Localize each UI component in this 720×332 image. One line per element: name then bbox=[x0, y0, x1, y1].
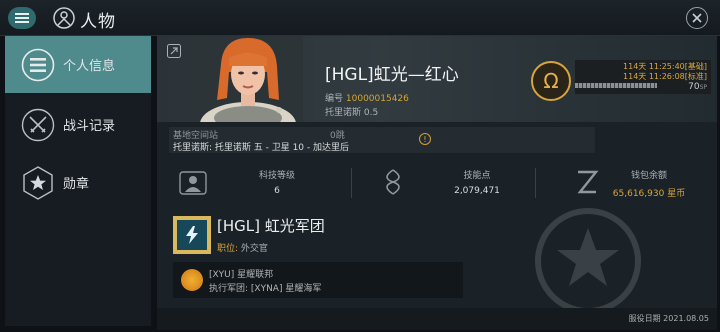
crossed-swords-icon bbox=[21, 108, 55, 141]
corporation-name[interactable]: [HGL] 虹光军团 bbox=[217, 215, 325, 236]
current-location: 托里诺斯 0.5 bbox=[325, 108, 379, 118]
sp-value: 70 bbox=[688, 82, 700, 92]
alliance-card[interactable]: [XYU] 星耀联邦 执行军团: [XYNA] 星耀海军 bbox=[173, 262, 463, 298]
close-icon bbox=[692, 13, 702, 23]
stats-row: 科技等级 6 技能点 2,079,471 钱包余额 65,616,930 星币 bbox=[157, 160, 717, 206]
star-badge-icon bbox=[23, 165, 53, 200]
home-station-path: 托里诺斯: 托里诺斯 五 - 卫星 10 - 加达里后 bbox=[173, 143, 350, 153]
sp-unit: SP bbox=[699, 84, 707, 91]
home-station-row[interactable]: 基地空间站 0跳 托里诺斯: 托里诺斯 五 - 卫星 10 - 加达里后 ! bbox=[169, 127, 595, 153]
alliance-name: [XYU] 星耀联邦 bbox=[209, 270, 274, 280]
service-date: 服役日期 2021.08.05 bbox=[628, 314, 709, 323]
corporation-role: 职位: 外交官 bbox=[217, 241, 268, 254]
omega-icon: Ω bbox=[543, 69, 559, 93]
sidebar-item-combat-log[interactable]: 战斗记录 bbox=[5, 96, 151, 153]
skill-points-value: 2,079,471 bbox=[454, 186, 500, 196]
page-title: 人物 bbox=[80, 12, 116, 32]
character-name: [HGL]虹光—红心 bbox=[325, 65, 459, 85]
corporation-logo[interactable] bbox=[173, 216, 211, 254]
hamburger-icon bbox=[15, 13, 29, 23]
tech-level-value: 6 bbox=[274, 186, 280, 196]
alliance-logo-icon bbox=[181, 269, 203, 291]
id-label: 编号 bbox=[325, 94, 344, 104]
omega-clone-badge[interactable]: Ω bbox=[531, 61, 571, 101]
sidebar-item-label: 战斗记录 bbox=[63, 119, 116, 134]
sidebar-item-label: 勋章 bbox=[63, 177, 90, 192]
character-id-row: 编号 10000015426 bbox=[325, 91, 409, 104]
wallet-label: 钱包余额 bbox=[630, 171, 667, 181]
lightning-icon bbox=[186, 226, 198, 244]
menu-button[interactable] bbox=[8, 7, 36, 29]
sidebar-item-profile[interactable]: 个人信息 bbox=[5, 36, 151, 93]
sidebar: 个人信息 战斗记录 勋章 bbox=[5, 36, 151, 326]
stat-wallet[interactable]: 钱包余额 65,616,930 星币 bbox=[571, 160, 717, 206]
watermark-emblem-icon bbox=[535, 208, 641, 314]
wallet-value: 65,616,930 星币 bbox=[612, 189, 686, 199]
sp-progress-bar bbox=[575, 83, 657, 88]
profile-panel: [HGL]虹光—红心 编号 10000015426 托里诺斯 0.5 Ω 114… bbox=[157, 36, 717, 330]
sp-progress-fill bbox=[575, 83, 657, 88]
clone-timer-standard: 114天 11:26:08[标准] bbox=[623, 72, 707, 81]
character-header: [HGL]虹光—红心 编号 10000015426 托里诺斯 0.5 Ω 114… bbox=[157, 36, 717, 122]
expand-icon[interactable] bbox=[167, 44, 181, 58]
id-value: 10000015426 bbox=[345, 94, 409, 104]
divider bbox=[535, 168, 536, 198]
skill-points-label: 技能点 bbox=[463, 171, 491, 181]
top-bar: 人物 bbox=[0, 0, 720, 36]
role-label: 职位: bbox=[217, 244, 239, 254]
character-icon bbox=[53, 7, 75, 29]
footer: 服役日期 2021.08.05 bbox=[157, 308, 717, 330]
stat-skill-points: 技能点 2,079,471 bbox=[377, 160, 547, 206]
tech-level-label: 科技等级 bbox=[258, 171, 295, 181]
dna-icon bbox=[386, 169, 400, 195]
list-icon bbox=[21, 48, 55, 81]
sidebar-item-medals[interactable]: 勋章 bbox=[5, 154, 151, 211]
sp-readout: 70SP bbox=[688, 82, 707, 92]
stat-tech-level: 科技等级 6 bbox=[177, 160, 347, 206]
warning-icon[interactable]: ! bbox=[419, 133, 431, 145]
character-portrait[interactable] bbox=[193, 36, 303, 122]
executor-corporation: 执行军团: [XYNA] 星耀海军 bbox=[209, 284, 322, 294]
close-button[interactable] bbox=[686, 7, 708, 29]
role-value: 外交官 bbox=[240, 244, 268, 254]
divider bbox=[351, 168, 352, 198]
pilot-icon bbox=[179, 171, 207, 195]
sidebar-item-label: 个人信息 bbox=[63, 59, 116, 74]
clone-timer-basic: 114天 11:25:40[基础] bbox=[623, 62, 707, 71]
